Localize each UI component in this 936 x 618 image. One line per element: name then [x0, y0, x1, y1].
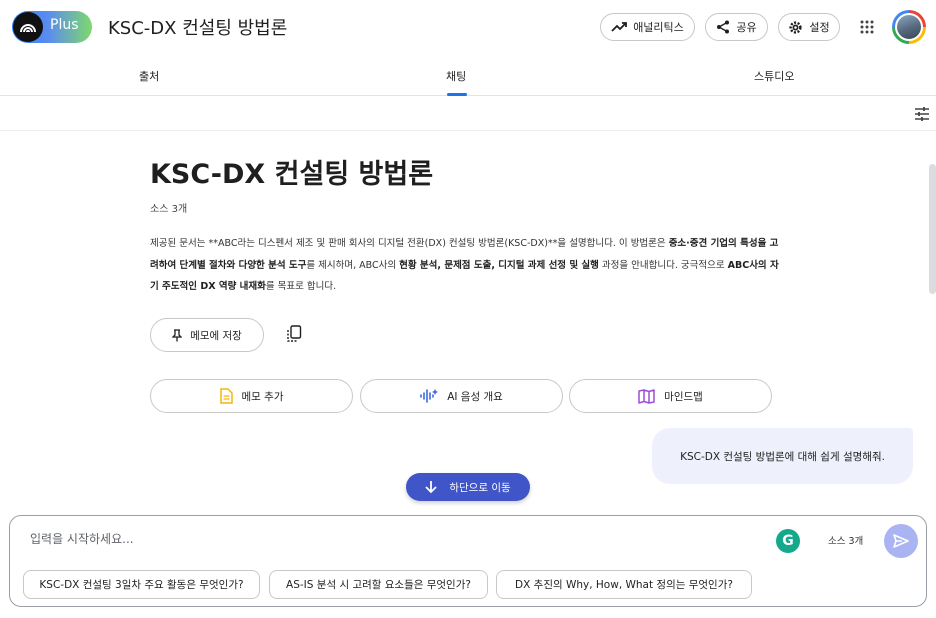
notebook-title-header[interactable]: KSC-DX 컨설팅 방법론	[108, 14, 287, 40]
note-icon	[219, 388, 233, 404]
logo-text: Plus	[50, 17, 79, 33]
top-bar: Plus KSC-DX 컨설팅 방법론 애널리틱스 공유 설정	[0, 0, 936, 52]
audio-waveform-icon	[420, 389, 439, 403]
summary-text-2: 를 제시하며, ABC사의	[306, 259, 400, 271]
add-memo-label: 메모 추가	[241, 390, 284, 403]
mindmap-icon	[638, 388, 655, 404]
tune-icon[interactable]	[914, 106, 930, 122]
input-source-count: 소스 3개	[828, 536, 864, 547]
suggestion-label-2: AS-IS 분석 시 고려할 요소들은 무엇인가?	[286, 579, 471, 591]
user-message-bubble: KSC-DX 컨설팅 방법론에 대해 쉽게 설명해줘.	[652, 428, 913, 484]
source-count: 소스 3개	[150, 204, 188, 215]
settings-button[interactable]: 설정	[778, 13, 840, 41]
audio-overview-button[interactable]: AI 음성 개요	[360, 379, 563, 413]
add-memo-button[interactable]: 메모 추가	[150, 379, 353, 413]
save-to-memo-button[interactable]: 메모에 저장	[150, 318, 264, 352]
tab-sources[interactable]: 출처	[139, 68, 159, 84]
avatar[interactable]	[892, 10, 926, 44]
suggestion-chip-2[interactable]: AS-IS 분석 시 고려할 요소들은 무엇인가?	[269, 570, 488, 599]
summary-bold-2: 현황 분석, 문제점 도출, 디지털 과제 선정 및 실행	[399, 259, 599, 271]
suggestion-label-1: KSC-DX 컨설팅 3일차 주요 활동은 무엇인가?	[39, 579, 244, 591]
chat-scrollbar[interactable]	[929, 164, 936, 294]
divider	[0, 130, 936, 131]
trending-up-icon	[611, 22, 628, 32]
tab-bar: 출처 채팅 스튜디오	[0, 56, 936, 96]
scroll-to-bottom-button[interactable]: 하단으로 이동	[406, 473, 530, 501]
user-message-text: KSC-DX 컨설팅 방법론에 대해 쉽게 설명해줘.	[680, 450, 885, 463]
pin-icon	[172, 328, 183, 341]
share-label: 공유	[736, 21, 757, 34]
tab-studio[interactable]: 스튜디오	[754, 68, 794, 84]
suggestion-chip-1[interactable]: KSC-DX 컨설팅 3일차 주요 활동은 무엇인가?	[23, 570, 260, 599]
settings-label: 설정	[809, 21, 830, 34]
summary-text-3: 과정을 안내합니다. 궁극적으로	[598, 259, 728, 271]
arrow-down-icon	[425, 481, 437, 494]
suggestion-chip-3[interactable]: DX 추진의 Why, How, What 정의는 무엇인가?	[496, 570, 752, 599]
send-button[interactable]	[884, 524, 918, 558]
chat-input-box: 입력을 시작하세요... G 소스 3개 KSC-DX 컨설팅 3일차 주요 활…	[9, 515, 927, 607]
notebooklm-plus-logo[interactable]: Plus	[12, 11, 92, 43]
chat-input[interactable]: 입력을 시작하세요...	[30, 530, 134, 547]
share-icon	[717, 20, 730, 34]
avatar-photo	[895, 13, 923, 41]
notebook-summary: 제공된 문서는 **ABC라는 디스펜서 제조 및 판매 회사의 디지털 전환(…	[150, 233, 780, 298]
grammarly-letter: G	[782, 533, 794, 549]
share-button[interactable]: 공유	[705, 13, 768, 41]
mindmap-button[interactable]: 마인드맵	[569, 379, 772, 413]
copy-icon[interactable]	[286, 325, 302, 343]
scroll-to-bottom-label: 하단으로 이동	[449, 481, 511, 494]
logo-icon	[13, 12, 43, 42]
summary-text-4: 를 목표로 합니다.	[265, 281, 337, 292]
gear-icon	[789, 20, 802, 34]
apps-grid-icon[interactable]	[860, 20, 874, 34]
tab-chat[interactable]: 채팅	[446, 68, 466, 84]
suggestion-label-3: DX 추진의 Why, How, What 정의는 무엇인가?	[515, 579, 733, 591]
grammarly-icon[interactable]: G	[776, 529, 800, 553]
send-icon	[893, 534, 909, 548]
page-title: KSC-DX 컨설팅 방법론	[150, 159, 434, 190]
summary-text-1: 제공된 문서는 **ABC라는 디스펜서 제조 및 판매 회사의 디지털 전환(…	[150, 238, 669, 249]
active-tab-indicator	[447, 93, 467, 96]
analytics-label: 애널리틱스	[633, 21, 684, 34]
mindmap-label: 마인드맵	[664, 390, 703, 403]
save-memo-label: 메모에 저장	[190, 329, 242, 342]
analytics-button[interactable]: 애널리틱스	[600, 13, 695, 41]
audio-overview-label: AI 음성 개요	[447, 390, 503, 403]
